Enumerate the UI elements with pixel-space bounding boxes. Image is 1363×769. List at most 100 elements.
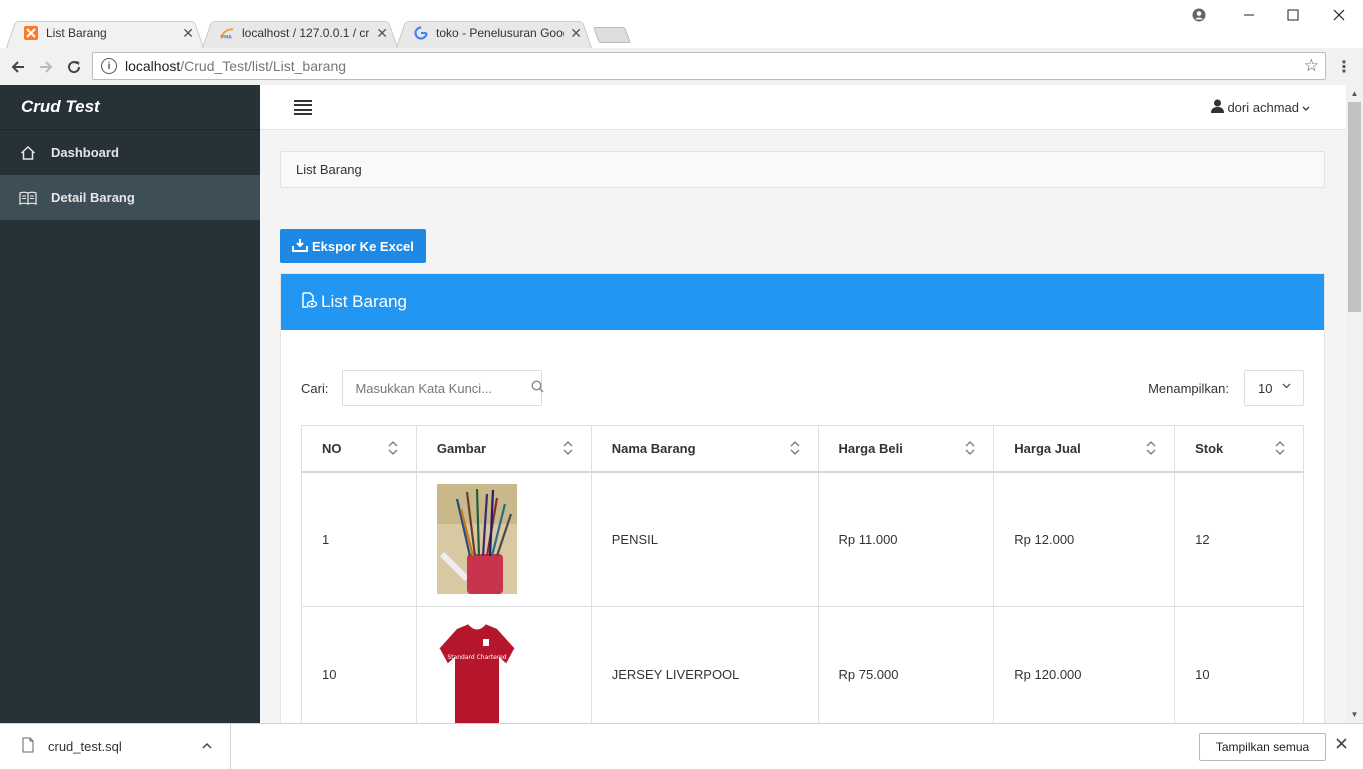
column-header-nama-barang[interactable]: Nama Barang [590, 425, 819, 473]
page-size-row: Menampilkan: 10 [1148, 370, 1304, 406]
browser-toolbar: i localhost/Crud_Test/list/List_barang ☆… [0, 48, 1363, 85]
sort-icon [388, 441, 398, 455]
sort-icon [965, 441, 975, 455]
export-excel-button[interactable]: Ekspor Ke Excel [280, 229, 426, 263]
sort-icon [563, 441, 573, 455]
breadcrumb: List Barang [280, 151, 1325, 188]
column-header-no[interactable]: NO [301, 425, 417, 473]
sort-icon [790, 441, 799, 455]
tab-google[interactable]: toko - Penelusuran Goog ✕ [396, 18, 592, 48]
cell-no: 1 [301, 471, 417, 607]
column-header-harga-jual[interactable]: Harga Jual [993, 425, 1176, 473]
xampp-icon [24, 26, 38, 40]
search-input[interactable] [355, 380, 532, 396]
search-field[interactable] [342, 370, 544, 406]
forward-arrow-icon[interactable] [34, 55, 58, 79]
url-text: localhost/Crud_Test/list/List_barang [125, 58, 347, 74]
table-row[interactable]: 1 PENSIL Rp 11.000 Rp 12.000 12 [301, 471, 1304, 607]
top-navbar: dori achmad [260, 85, 1346, 130]
cell-image [415, 471, 592, 607]
book-icon [19, 189, 37, 207]
brand-title[interactable]: Crud Test [0, 85, 260, 130]
scrollbar-thumb[interactable] [1348, 102, 1361, 312]
tab-list-barang[interactable]: List Barang ✕ [6, 18, 204, 48]
scroll-up-icon[interactable]: ▲ [1346, 85, 1363, 102]
cell-sell-price: Rp 120.000 [993, 606, 1176, 723]
sidebar-item-label: Dashboard [51, 145, 119, 160]
download-filename: crud_test.sql [48, 739, 122, 754]
page-scrollbar[interactable]: ▲ ▼ [1346, 85, 1363, 723]
cell-buy-price: Rp 75.000 [817, 606, 995, 723]
info-icon[interactable]: i [101, 58, 117, 74]
search-label: Cari: [301, 380, 329, 396]
profile-icon[interactable] [1176, 0, 1222, 30]
cell-buy-price: Rp 11.000 [817, 471, 995, 607]
cell-name: JERSEY LIVERPOOL [590, 606, 819, 723]
close-window-icon[interactable] [1316, 0, 1362, 30]
sort-icon [1275, 441, 1285, 455]
minimize-icon[interactable] [1226, 0, 1272, 30]
export-excel-label: Ekspor Ke Excel [312, 238, 414, 254]
download-item[interactable]: crud_test.sql [0, 724, 231, 769]
bookmark-star-icon[interactable]: ☆ [1304, 56, 1319, 76]
sidebar: Crud Test Dashboard Detail Barang [0, 85, 260, 723]
sort-icon [1146, 441, 1156, 455]
cell-stock: 12 [1174, 471, 1304, 607]
cell-name: PENSIL [590, 471, 819, 607]
table-header-row: NO Gambar Nama Barang Harga Beli Harga J… [301, 425, 1304, 473]
sidebar-item-detail-barang[interactable]: Detail Barang [0, 175, 260, 220]
show-all-downloads-button[interactable]: Tampilkan semua [1199, 733, 1326, 761]
column-header-gambar[interactable]: Gambar [415, 425, 592, 473]
back-arrow-icon[interactable] [6, 55, 30, 79]
address-bar[interactable]: i localhost/Crud_Test/list/List_barang ☆ [92, 52, 1326, 80]
scroll-down-icon[interactable]: ▼ [1346, 706, 1363, 723]
download-icon [292, 238, 308, 255]
tab-phpmyadmin[interactable]: PMA localhost / 127.0.0.1 / cru ✕ [202, 18, 398, 48]
card-title: List Barang [321, 292, 407, 311]
file-view-icon [301, 291, 318, 313]
user-name: dori achmad [1227, 100, 1299, 115]
download-bar: crud_test.sql Tampilkan semua [0, 723, 1363, 769]
user-menu[interactable]: dori achmad [1211, 99, 1310, 116]
page-size-select[interactable]: 10 [1244, 370, 1304, 406]
file-icon [22, 737, 34, 756]
sidebar-item-label: Detail Barang [51, 190, 135, 205]
maximize-icon[interactable] [1270, 0, 1316, 30]
new-tab-button[interactable] [593, 27, 631, 43]
tab-title: toko - Penelusuran Goog [436, 26, 565, 40]
close-tab-icon[interactable]: ✕ [570, 25, 582, 42]
cell-stock: 10 [1174, 606, 1304, 723]
search-row: Cari: [301, 370, 544, 406]
tab-title: List Barang [46, 26, 107, 40]
browser-menu-icon[interactable]: ⋮ [1336, 57, 1352, 77]
close-tab-icon[interactable]: ✕ [376, 25, 388, 42]
svg-text:PMA: PMA [221, 34, 233, 40]
column-header-stok[interactable]: Stok [1174, 425, 1304, 473]
search-icon[interactable] [531, 380, 544, 396]
phpmyadmin-icon: PMA [220, 26, 234, 40]
chevron-up-icon[interactable] [202, 738, 212, 752]
home-icon [19, 144, 37, 162]
jersey-image: Standard Chartered [436, 619, 517, 723]
menu-toggle-icon[interactable] [294, 100, 312, 115]
card-header: List Barang [281, 274, 1324, 330]
cell-image: Standard Chartered [415, 606, 592, 723]
user-icon [1211, 99, 1225, 116]
google-icon [414, 26, 428, 40]
close-icon[interactable] [1336, 736, 1347, 754]
tab-strip: List Barang ✕ PMA localhost / 127.0.0.1 … [0, 0, 1363, 48]
table-row[interactable]: 10 Standard Chartered JERSEY LIVERPOOL R… [301, 606, 1304, 723]
browser-chrome: List Barang ✕ PMA localhost / 127.0.0.1 … [0, 0, 1363, 85]
tab-title: localhost / 127.0.0.1 / cru [242, 26, 371, 40]
chevron-down-icon [1282, 381, 1291, 392]
reload-icon[interactable] [62, 55, 86, 79]
sidebar-item-dashboard[interactable]: Dashboard [0, 130, 260, 175]
chevron-down-icon [1302, 100, 1310, 115]
main-content: List Barang Ekspor Ke Excel List Barang … [260, 130, 1346, 723]
column-header-harga-beli[interactable]: Harga Beli [817, 425, 995, 473]
jersey-sponsor-text: Standard Chartered [447, 654, 506, 661]
close-tab-icon[interactable]: ✕ [182, 25, 194, 42]
cell-sell-price: Rp 12.000 [993, 471, 1176, 607]
list-barang-card: List Barang Cari: Menampilkan: 10 [280, 273, 1325, 723]
app: Crud Test Dashboard Detail Barang dori a… [0, 85, 1363, 723]
